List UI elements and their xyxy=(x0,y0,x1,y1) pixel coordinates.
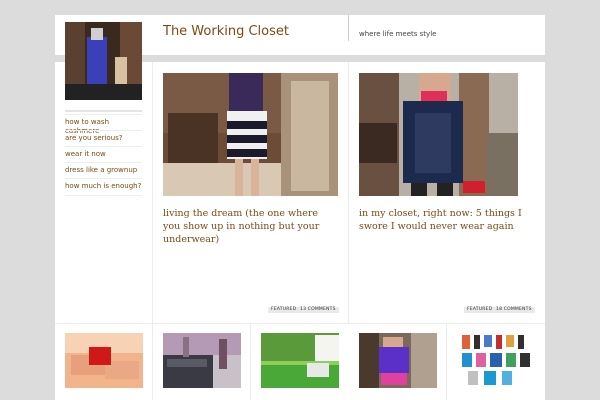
sidebar-item-how-much-enough[interactable]: how much is enough? xyxy=(65,178,142,196)
sidebar-item-wash-cashmere[interactable]: how to wash cashmere xyxy=(65,114,142,135)
comments-badge-2[interactable]: 18 COMMENTS xyxy=(493,307,535,313)
bottom-divider-1 xyxy=(250,324,251,400)
sidebar-item-are-you-serious[interactable]: are you serious? xyxy=(65,130,142,147)
thumb-hands-heart[interactable] xyxy=(65,333,143,388)
column-divider-2 xyxy=(348,62,349,324)
thumb-catholic-school[interactable] xyxy=(163,333,241,388)
thumb-clothes-collage[interactable] xyxy=(458,333,536,388)
column-divider-1 xyxy=(152,62,153,400)
thumb-purple-outfit[interactable] xyxy=(359,333,437,388)
post-title-2[interactable]: in my closet, right now: 5 things I swor… xyxy=(359,207,537,233)
logo-image[interactable] xyxy=(65,22,142,100)
sidebar-top-rule xyxy=(65,110,142,112)
thumb-meditation[interactable] xyxy=(261,333,339,388)
post-title-1[interactable]: living the dream (the one where you show… xyxy=(163,207,338,246)
site-tagline: where life meets style xyxy=(359,30,437,38)
featured-badge-1[interactable]: FEATURED xyxy=(268,307,300,313)
sidebar-item-dress-like-grownup[interactable]: dress like a grownup xyxy=(65,162,142,179)
row-divider xyxy=(55,323,545,324)
post-image-1[interactable] xyxy=(163,73,338,196)
featured-badge-2[interactable]: FEATURED xyxy=(464,307,496,313)
bottom-divider-2 xyxy=(446,324,447,400)
comments-badge-1[interactable]: 13 COMMENTS xyxy=(297,307,339,313)
post-image-2[interactable] xyxy=(359,73,518,196)
site-title[interactable]: The Working Closet xyxy=(163,24,289,39)
sidebar-item-wear-it-now[interactable]: wear it now xyxy=(65,146,142,163)
header-divider xyxy=(348,15,349,41)
